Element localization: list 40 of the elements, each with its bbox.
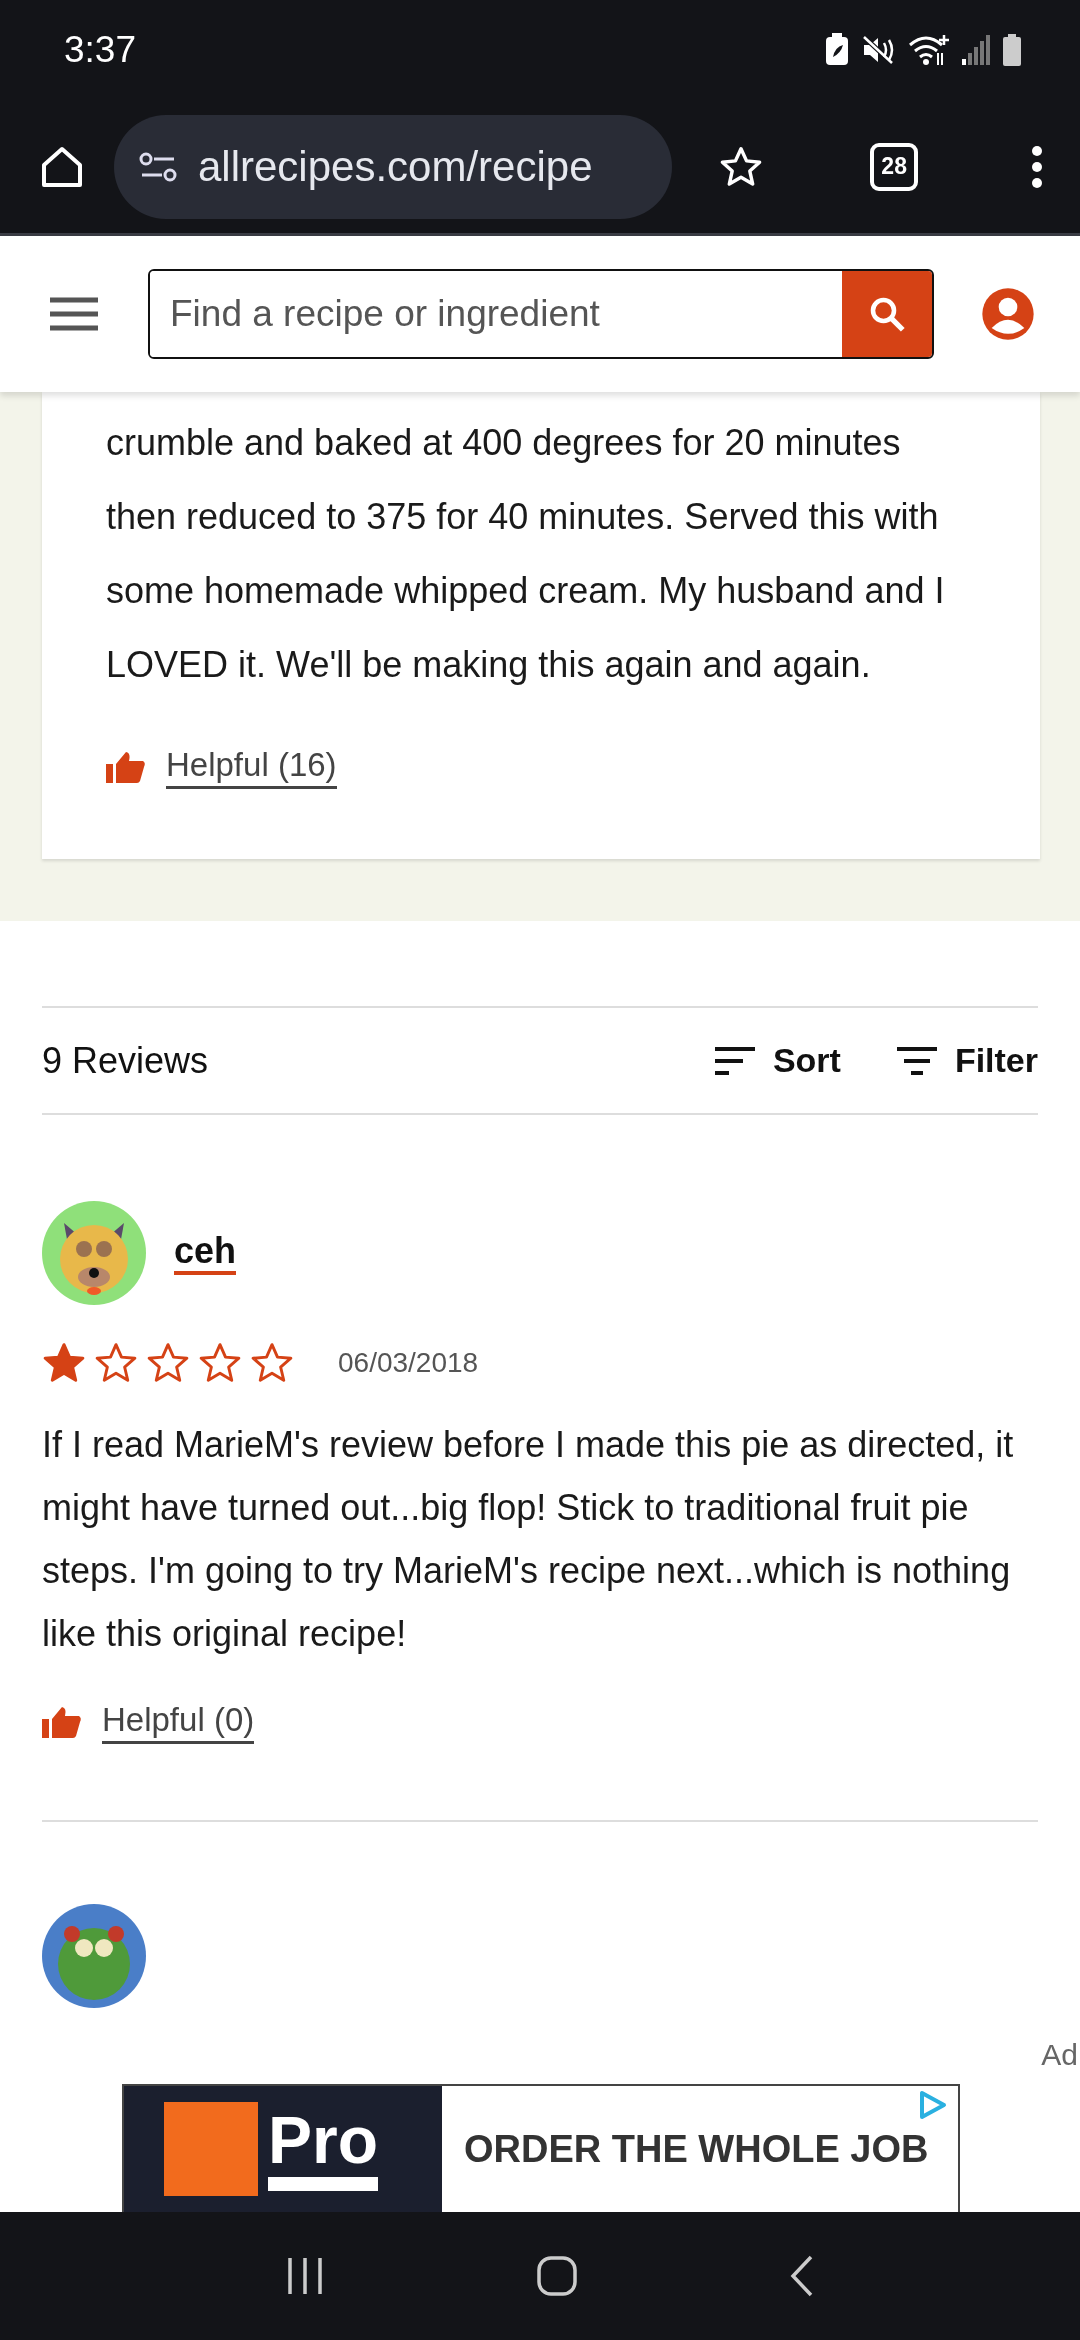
more-icon[interactable] (1030, 143, 1044, 190)
tab-count[interactable]: 28 (870, 142, 918, 191)
sort-button[interactable]: Sort (714, 1041, 841, 1080)
wifi-icon (908, 33, 950, 67)
sort-icon (714, 1045, 755, 1076)
star-icon (42, 1341, 86, 1385)
logo-icon (164, 2102, 258, 2196)
review-text: crumble and baked at 400 degrees for 20 minutes then reduced to 375 for 40 minutes. Served this with some homemade whipped cream. My husband and I LOVED it. We'll be making this again and again. (106, 421, 946, 687)
signal-icon (962, 35, 990, 65)
mute-icon (862, 35, 896, 65)
star-icon (146, 1341, 190, 1385)
search-button[interactable] (842, 271, 932, 357)
battery-icon (1002, 34, 1022, 66)
filter-button[interactable]: Filter (896, 1041, 1038, 1080)
menu-icon[interactable] (50, 296, 98, 332)
helpful-link[interactable]: Helpful (0) (102, 1701, 255, 1744)
review-count: 9 Reviews (42, 1039, 209, 1082)
url-text: allrecipes.com/recipe (198, 142, 593, 191)
url-bar[interactable]: allrecipes.com/recipe (114, 114, 673, 219)
ad-banner[interactable]: Pro ORDER THE WHOLE JOB (122, 2084, 960, 2212)
status-time: 3:37 (64, 29, 136, 71)
account-icon[interactable] (980, 286, 1036, 342)
review-text: If I read MarieM's review before I made this pie as directed, it might have turned out...big flop! Stick to traditional fruit pie steps. I'm going to try MarieM's recipe next...which is nothing like this original recipe! (42, 1423, 1015, 1656)
filter-icon (896, 1045, 937, 1076)
star-icon (198, 1341, 242, 1385)
star-icon (94, 1341, 138, 1385)
helpful-link[interactable]: Helpful (16) (166, 746, 337, 789)
author-name[interactable]: ceh (174, 1231, 237, 1275)
search-field[interactable]: Find a recipe or ingredient (148, 269, 934, 359)
ad-brand: Pro (268, 2107, 379, 2191)
review-date: 06/03/2018 (338, 1347, 479, 1379)
battery-saver-icon (824, 33, 850, 67)
ad-label: Ad (1041, 2038, 1078, 2072)
star-icon (250, 1341, 294, 1385)
thumbs-up-icon[interactable] (42, 1705, 82, 1740)
home-icon[interactable] (536, 2255, 578, 2297)
back-icon[interactable] (788, 2254, 815, 2298)
site-settings-icon[interactable] (138, 150, 178, 183)
ad-headline: ORDER THE WHOLE JOB (464, 2127, 929, 2171)
thumbs-up-icon[interactable] (106, 750, 146, 785)
